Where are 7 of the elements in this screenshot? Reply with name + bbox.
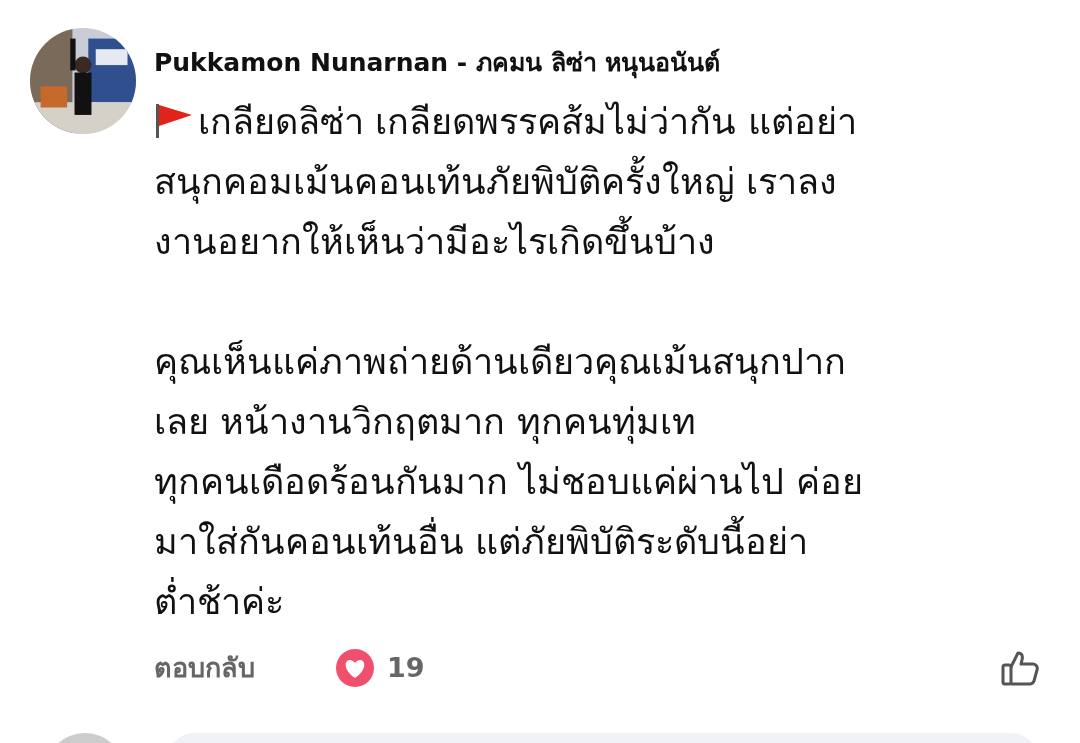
comment-text: เกลียดลิซ่า เกลียดพรรคส้มไม่ว่ากัน แต่อย่า สนุกคอมเม้นคอนเท้นภัยพิบัติครั้งใหญ่ เราลง งานอยากให้เห็นว่ามีอะไรเกิดขึ้นบ้าง — [154, 100, 858, 264]
comment-text: คุณเห็นแค่ภาพถ่ายด้านเดียวคุณเม้นสนุกปาก เลย หน้างานวิกฤตมาก ทุกคนทุ่มเท ทุกคนเดือดร้อนกันมาก ไม่ชอบแค่ผ่านไป ค่อย มาใส่กันคอนเท้นอื่น แต่ภัยพิบัติระดับนี้อย่า ต่ำช้าค่ะ — [154, 339, 864, 624]
flag-icon — [154, 102, 194, 138]
reaction-count: 19 — [387, 652, 425, 683]
author-name[interactable]: Pukkamon Nunarnan - ภคมน ลิซ่า หนุนอนันต์ — [154, 42, 1080, 82]
heart-reaction-icon — [335, 647, 375, 688]
reply-link[interactable]: ตอบกลับ — [154, 646, 255, 689]
